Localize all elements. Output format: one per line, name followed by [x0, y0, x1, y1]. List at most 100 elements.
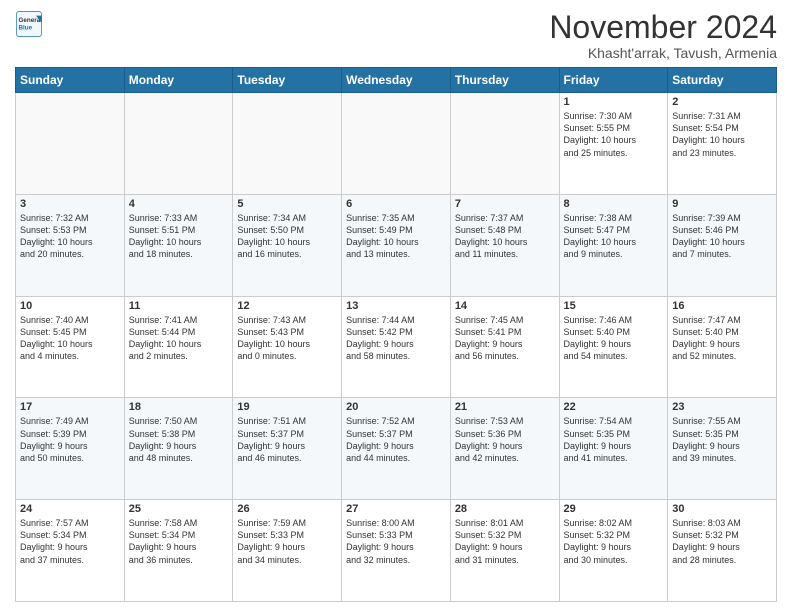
calendar-cell: 4 Sunrise: 7:33 AM Sunset: 5:51 PM Daylig… — [124, 194, 233, 296]
calendar-cell: 28Sunrise: 8:01 AM Sunset: 5:32 PM Dayli… — [450, 500, 559, 602]
day-number: 13 — [346, 300, 446, 312]
day-info: Sunrise: 7:40 AM Sunset: 5:45 PM Dayligh… — [20, 314, 120, 363]
day-number: 22 — [564, 401, 664, 413]
calendar-cell: 2 Sunrise: 7:31 AM Sunset: 5:54 PM Daylig… — [668, 93, 777, 195]
month-title: November 2024 — [549, 10, 777, 45]
day-number: 20 — [346, 401, 446, 413]
svg-text:Blue: Blue — [19, 25, 33, 32]
calendar-cell: 19Sunrise: 7:51 AM Sunset: 5:37 PM Dayli… — [233, 398, 342, 500]
day-info: Sunrise: 7:54 AM Sunset: 5:35 PM Dayligh… — [564, 415, 664, 464]
day-info: Sunrise: 8:00 AM Sunset: 5:33 PM Dayligh… — [346, 517, 446, 566]
day-info: Sunrise: 7:38 AM Sunset: 5:47 PM Dayligh… — [564, 212, 664, 261]
calendar-cell: 12 Sunrise: 7:43 AM Sunset: 5:43 PM Dayli… — [233, 296, 342, 398]
day-info: Sunrise: 8:03 AM Sunset: 5:32 PM Dayligh… — [672, 517, 772, 566]
day-number: 8 — [564, 198, 664, 210]
day-info: Sunrise: 7:35 AM Sunset: 5:49 PM Dayligh… — [346, 212, 446, 261]
day-info: Sunrise: 7:47 AM Sunset: 5:40 PM Dayligh… — [672, 314, 772, 363]
logo: General Blue — [15, 10, 43, 38]
day-header-friday: Friday — [559, 68, 668, 93]
calendar-cell: 7 Sunrise: 7:37 AM Sunset: 5:48 PM Daylig… — [450, 194, 559, 296]
day-number: 14 — [455, 300, 555, 312]
calendar-cell: 20 Sunrise: 7:52 AM Sunset: 5:37 PM Dayli… — [342, 398, 451, 500]
calendar-cell — [124, 93, 233, 195]
logo-icon: General Blue — [15, 10, 43, 38]
calendar-cell: 14 Sunrise: 7:45 AM Sunset: 5:41 PM Dayli… — [450, 296, 559, 398]
week-row-3: 10 Sunrise: 7:40 AM Sunset: 5:45 PM Dayli… — [16, 296, 777, 398]
calendar: SundayMondayTuesdayWednesdayThursdayFrid… — [15, 67, 777, 602]
day-number: 25 — [129, 503, 229, 515]
calendar-header: SundayMondayTuesdayWednesdayThursdayFrid… — [16, 68, 777, 93]
day-info: Sunrise: 7:52 AM Sunset: 5:37 PM Dayligh… — [346, 415, 446, 464]
week-row-5: 24 Sunrise: 7:57 AM Sunset: 5:34 PM Dayli… — [16, 500, 777, 602]
calendar-cell: 24 Sunrise: 7:57 AM Sunset: 5:34 PM Dayli… — [16, 500, 125, 602]
calendar-cell: 15 Sunrise: 7:46 AM Sunset: 5:40 PM Dayli… — [559, 296, 668, 398]
day-info: Sunrise: 8:02 AM Sunset: 5:32 PM Dayligh… — [564, 517, 664, 566]
calendar-cell: 11 Sunrise: 7:41 AM Sunset: 5:44 PM Dayli… — [124, 296, 233, 398]
day-info: Sunrise: 7:44 AM Sunset: 5:42 PM Dayligh… — [346, 314, 446, 363]
calendar-cell: 3Sunrise: 7:32 AM Sunset: 5:53 PM Daylig… — [16, 194, 125, 296]
calendar-cell: 29 Sunrise: 8:02 AM Sunset: 5:32 PM Dayli… — [559, 500, 668, 602]
day-number: 15 — [564, 300, 664, 312]
day-number: 29 — [564, 503, 664, 515]
title-section: November 2024 Khasht'arrak, Tavush, Arme… — [549, 10, 777, 61]
day-info: Sunrise: 7:39 AM Sunset: 5:46 PM Dayligh… — [672, 212, 772, 261]
day-number: 10 — [20, 300, 120, 312]
calendar-cell: 1 Sunrise: 7:30 AM Sunset: 5:55 PM Daylig… — [559, 93, 668, 195]
calendar-cell: 17 Sunrise: 7:49 AM Sunset: 5:39 PM Dayli… — [16, 398, 125, 500]
calendar-cell: 22 Sunrise: 7:54 AM Sunset: 5:35 PM Dayli… — [559, 398, 668, 500]
calendar-cell: 27 Sunrise: 8:00 AM Sunset: 5:33 PM Dayli… — [342, 500, 451, 602]
day-number: 17 — [20, 401, 120, 413]
day-info: Sunrise: 7:49 AM Sunset: 5:39 PM Dayligh… — [20, 415, 120, 464]
day-number: 18 — [129, 401, 229, 413]
day-number: 3 — [20, 198, 120, 210]
calendar-cell: 8 Sunrise: 7:38 AM Sunset: 5:47 PM Daylig… — [559, 194, 668, 296]
day-number: 6 — [346, 198, 446, 210]
day-info: Sunrise: 7:58 AM Sunset: 5:34 PM Dayligh… — [129, 517, 229, 566]
location: Khasht'arrak, Tavush, Armenia — [549, 45, 777, 61]
day-number: 12 — [237, 300, 337, 312]
calendar-cell: 26Sunrise: 7:59 AM Sunset: 5:33 PM Dayli… — [233, 500, 342, 602]
week-row-2: 3Sunrise: 7:32 AM Sunset: 5:53 PM Daylig… — [16, 194, 777, 296]
day-number: 2 — [672, 96, 772, 108]
day-header-thursday: Thursday — [450, 68, 559, 93]
day-number: 21 — [455, 401, 555, 413]
day-info: Sunrise: 8:01 AM Sunset: 5:32 PM Dayligh… — [455, 517, 555, 566]
day-info: Sunrise: 7:46 AM Sunset: 5:40 PM Dayligh… — [564, 314, 664, 363]
calendar-cell: 30 Sunrise: 8:03 AM Sunset: 5:32 PM Dayli… — [668, 500, 777, 602]
day-header-tuesday: Tuesday — [233, 68, 342, 93]
calendar-cell — [342, 93, 451, 195]
calendar-cell: 13 Sunrise: 7:44 AM Sunset: 5:42 PM Dayli… — [342, 296, 451, 398]
day-info: Sunrise: 7:45 AM Sunset: 5:41 PM Dayligh… — [455, 314, 555, 363]
day-number: 7 — [455, 198, 555, 210]
day-number: 16 — [672, 300, 772, 312]
day-number: 30 — [672, 503, 772, 515]
day-info: Sunrise: 7:37 AM Sunset: 5:48 PM Dayligh… — [455, 212, 555, 261]
calendar-cell: 5 Sunrise: 7:34 AM Sunset: 5:50 PM Daylig… — [233, 194, 342, 296]
calendar-cell: 18Sunrise: 7:50 AM Sunset: 5:38 PM Dayli… — [124, 398, 233, 500]
day-header-monday: Monday — [124, 68, 233, 93]
day-info: Sunrise: 7:41 AM Sunset: 5:44 PM Dayligh… — [129, 314, 229, 363]
day-number: 27 — [346, 503, 446, 515]
calendar-cell: 25 Sunrise: 7:58 AM Sunset: 5:34 PM Dayli… — [124, 500, 233, 602]
calendar-cell — [233, 93, 342, 195]
day-number: 26 — [237, 503, 337, 515]
calendar-body: 1 Sunrise: 7:30 AM Sunset: 5:55 PM Daylig… — [16, 93, 777, 602]
day-number: 5 — [237, 198, 337, 210]
calendar-cell: 9Sunrise: 7:39 AM Sunset: 5:46 PM Daylig… — [668, 194, 777, 296]
day-number: 4 — [129, 198, 229, 210]
week-row-4: 17 Sunrise: 7:49 AM Sunset: 5:39 PM Dayli… — [16, 398, 777, 500]
day-info: Sunrise: 7:43 AM Sunset: 5:43 PM Dayligh… — [237, 314, 337, 363]
calendar-cell: 6 Sunrise: 7:35 AM Sunset: 5:49 PM Daylig… — [342, 194, 451, 296]
calendar-cell: 10 Sunrise: 7:40 AM Sunset: 5:45 PM Dayli… — [16, 296, 125, 398]
day-info: Sunrise: 7:57 AM Sunset: 5:34 PM Dayligh… — [20, 517, 120, 566]
day-info: Sunrise: 7:31 AM Sunset: 5:54 PM Dayligh… — [672, 110, 772, 159]
day-info: Sunrise: 7:30 AM Sunset: 5:55 PM Dayligh… — [564, 110, 664, 159]
day-number: 1 — [564, 96, 664, 108]
day-info: Sunrise: 7:34 AM Sunset: 5:50 PM Dayligh… — [237, 212, 337, 261]
calendar-cell — [16, 93, 125, 195]
day-number: 24 — [20, 503, 120, 515]
day-header-wednesday: Wednesday — [342, 68, 451, 93]
day-info: Sunrise: 7:33 AM Sunset: 5:51 PM Dayligh… — [129, 212, 229, 261]
day-header-sunday: Sunday — [16, 68, 125, 93]
day-number: 11 — [129, 300, 229, 312]
